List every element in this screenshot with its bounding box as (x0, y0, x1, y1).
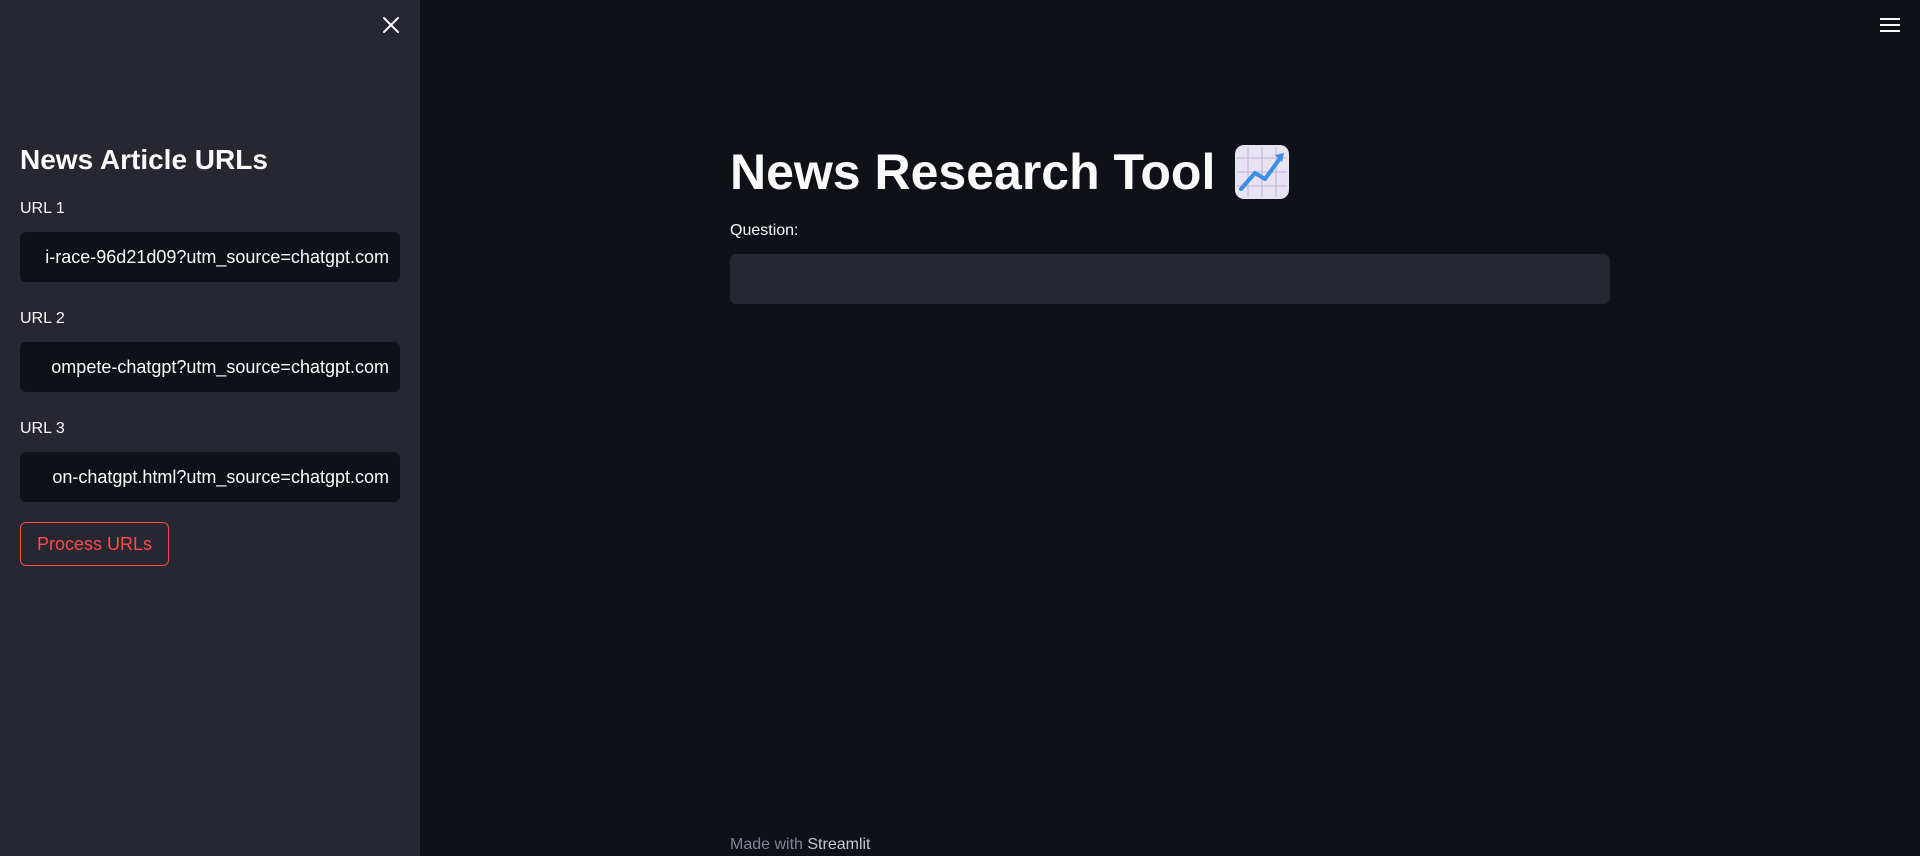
close-icon[interactable] (378, 12, 404, 38)
main-content: News Research Tool Question: (730, 140, 1610, 304)
url-2-label: URL 2 (20, 310, 65, 327)
url-3-input[interactable] (20, 452, 400, 502)
question-input[interactable] (730, 254, 1610, 304)
hamburger-menu-icon[interactable] (1879, 14, 1901, 36)
page-title-text: News Research Tool (730, 144, 1216, 200)
footer: Made with Streamlit (730, 834, 871, 856)
process-urls-button[interactable]: Process URLs (20, 522, 170, 566)
url-2-input[interactable] (20, 342, 400, 392)
chart-increasing-icon (1233, 143, 1291, 201)
url-1-input[interactable] (20, 232, 400, 282)
url-3-label: URL 3 (20, 420, 65, 437)
sidebar-title: News Article URLs (20, 144, 268, 175)
footer-prefix: Made with (730, 836, 803, 853)
sidebar-content: News Article URLs URL 1 URL 2 URL 3 Proc… (20, 140, 400, 566)
streamlit-link[interactable]: Streamlit (807, 836, 870, 853)
page-title: News Research Tool (730, 140, 1610, 204)
question-label: Question: (730, 222, 799, 239)
url-1-label: URL 1 (20, 200, 65, 217)
sidebar: News Article URLs URL 1 URL 2 URL 3 Proc… (0, 0, 420, 856)
